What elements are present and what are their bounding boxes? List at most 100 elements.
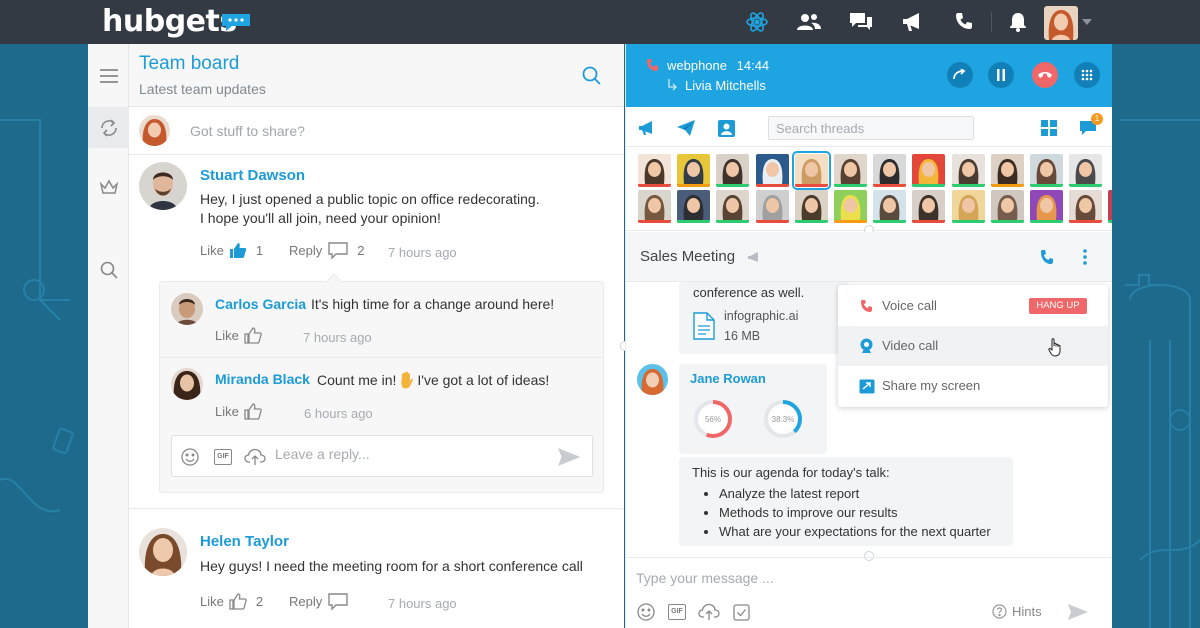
call-bar: webphone 14:44 Livia Mitchells (626, 44, 1112, 107)
chevron-down-icon[interactable] (1080, 11, 1094, 33)
phone-log-icon[interactable] (953, 11, 977, 33)
share-screen-label: Share my screen (882, 378, 981, 393)
video-call-option[interactable]: Video call (838, 326, 1108, 366)
reply-button[interactable]: Reply 2 (289, 242, 364, 259)
hubgets-logo[interactable]: hubgets (102, 4, 237, 39)
reply-label: Reply (289, 243, 323, 258)
agenda-item: What are your expectations for the next … (719, 522, 991, 541)
contact-thumbnail[interactable] (716, 154, 750, 187)
webcam-icon (860, 338, 873, 353)
hints-button[interactable]: Hints (992, 604, 1042, 619)
like-button[interactable]: Like 2 (200, 593, 263, 610)
conversation-title: Sales Meeting (640, 248, 736, 265)
grid-view-icon[interactable] (1039, 119, 1059, 137)
contact-thumbnail[interactable] (638, 154, 671, 187)
contact-thumbnail[interactable] (834, 154, 867, 187)
avatar[interactable] (171, 293, 203, 325)
contact-thumbnail[interactable] (873, 190, 907, 223)
contact-thumbnail[interactable] (794, 190, 828, 223)
share-screen-option[interactable]: Share my screen (838, 366, 1108, 406)
search-icon[interactable] (88, 250, 129, 290)
notification-badge: 1 (1091, 113, 1103, 125)
contact-thumbnail[interactable] (677, 154, 711, 187)
contact-thumbnail[interactable] (990, 154, 1024, 187)
like-button[interactable]: Like (215, 327, 262, 344)
voice-call-option[interactable]: Voice call HANG UP (838, 286, 1108, 326)
message-composer: GIF Hints (626, 557, 1112, 628)
sync-icon[interactable] (88, 107, 129, 148)
contact-thumbnail[interactable] (1030, 154, 1063, 187)
thumbs-up-icon (244, 327, 262, 344)
contact-thumbnail[interactable] (1030, 190, 1063, 223)
share-composer[interactable]: Got stuff to share? (129, 107, 624, 155)
chat-icon[interactable] (849, 11, 873, 33)
contact-thumbnail[interactable] (677, 190, 711, 223)
contact-thumbnail[interactable] (716, 190, 750, 223)
thread-search-box (768, 116, 974, 140)
contact-thumbnail[interactable] (990, 190, 1024, 223)
board-search-icon[interactable] (582, 66, 601, 90)
contact-thumbnail[interactable] (912, 190, 946, 223)
topnav-separator (991, 12, 992, 32)
more-options-icon[interactable] (1078, 247, 1092, 267)
send-icon[interactable] (1066, 602, 1090, 622)
avatar[interactable] (171, 368, 203, 400)
video-call-label: Video call (882, 338, 939, 353)
megaphone-icon[interactable] (637, 119, 657, 137)
emoji-icon[interactable] (636, 602, 656, 622)
avatar[interactable] (139, 162, 187, 210)
contact-thumbnail[interactable] (951, 154, 985, 187)
contact-thumbnail[interactable] (912, 154, 946, 187)
file-name[interactable]: infographic.ai (724, 309, 798, 323)
like-button[interactable]: Like 1 (200, 242, 263, 259)
paper-plane-icon[interactable] (676, 119, 696, 137)
emoji-icon[interactable] (180, 447, 200, 467)
hangup-call-button[interactable] (1032, 62, 1058, 88)
message-input[interactable] (636, 570, 936, 586)
contact-thumbnail[interactable] (873, 154, 907, 187)
upload-cloud-icon[interactable] (244, 447, 266, 467)
thread-search-input[interactable] (776, 121, 966, 136)
dialpad-button[interactable] (1074, 62, 1100, 88)
replies-thread: Carlos Garcia It's high time for a chang… (159, 274, 604, 493)
gif-icon[interactable]: GIF (667, 602, 687, 622)
reply-input-field[interactable] (275, 446, 545, 462)
contact-thumbnail[interactable] (638, 190, 671, 223)
message-author[interactable]: Jane Rowan (690, 371, 766, 386)
file-icon[interactable] (693, 312, 715, 340)
contacts-icon[interactable] (797, 11, 821, 33)
checkbox-task-icon[interactable] (731, 602, 751, 622)
gif-icon[interactable]: GIF (213, 447, 233, 467)
crown-icon[interactable] (88, 167, 129, 207)
like-button[interactable]: Like (215, 403, 262, 420)
bell-icon[interactable] (1006, 11, 1030, 33)
avatar[interactable] (139, 528, 187, 576)
atom-icon[interactable] (745, 11, 769, 33)
reply-author[interactable]: Carlos Garcia (215, 296, 306, 312)
user-avatar[interactable] (1044, 6, 1078, 40)
reply-button[interactable]: Reply (289, 593, 348, 610)
megaphone-icon[interactable] (900, 11, 924, 33)
pause-call-button[interactable] (988, 62, 1014, 88)
transfer-call-button[interactable] (947, 62, 973, 88)
contact-thumbnail[interactable] (1069, 154, 1103, 187)
contact-thumbnail[interactable] (755, 190, 789, 223)
post-author[interactable]: Stuart Dawson (200, 167, 305, 184)
avatar[interactable] (637, 364, 668, 395)
agenda-list: Analyze the latest reportMethods to impr… (719, 484, 991, 541)
contact-thumbnail[interactable] (755, 154, 789, 187)
post-author[interactable]: Helen Taylor (200, 533, 289, 550)
hangup-badge[interactable]: HANG UP (1029, 298, 1087, 314)
contact-thumbnail[interactable] (1108, 190, 1112, 223)
reply-author[interactable]: Miranda Black (215, 371, 310, 387)
contact-thumbnail[interactable] (1069, 190, 1103, 223)
contact-thumbnail[interactable] (951, 190, 985, 223)
contact-thumbnail[interactable] (791, 151, 831, 190)
share-placeholder[interactable]: Got stuff to share? (190, 123, 305, 139)
menu-icon[interactable] (88, 56, 129, 96)
upload-cloud-icon[interactable] (698, 602, 720, 622)
send-icon[interactable] (557, 447, 581, 467)
contact-thumbnail[interactable] (834, 190, 867, 223)
call-phone-icon[interactable] (1038, 247, 1056, 267)
contact-card-icon[interactable] (716, 119, 736, 137)
